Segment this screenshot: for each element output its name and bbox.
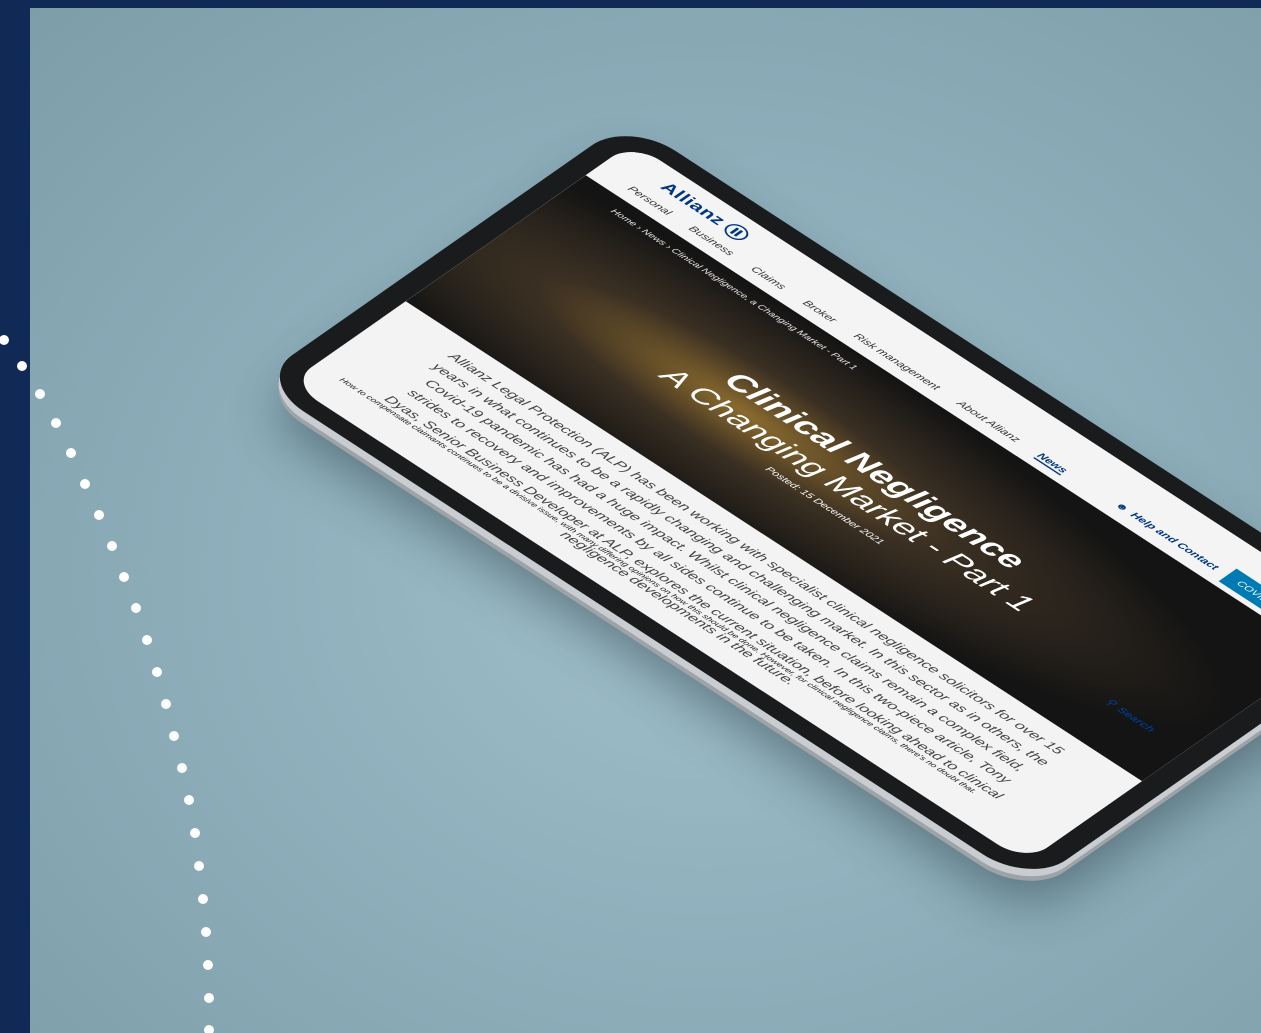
tablet-screen: Allianz Personal Business Claims Broker … — [289, 142, 1261, 863]
allianz-eagle-icon — [720, 221, 754, 244]
tablet-mockup: Allianz Personal Business Claims Broker … — [168, 120, 1261, 950]
logo-text: Allianz — [656, 179, 731, 229]
background: Allianz Personal Business Claims Broker … — [30, 8, 1261, 1033]
tablet-device: Allianz Personal Business Claims Broker … — [256, 120, 1261, 886]
person-icon: ☻ — [1112, 500, 1133, 514]
